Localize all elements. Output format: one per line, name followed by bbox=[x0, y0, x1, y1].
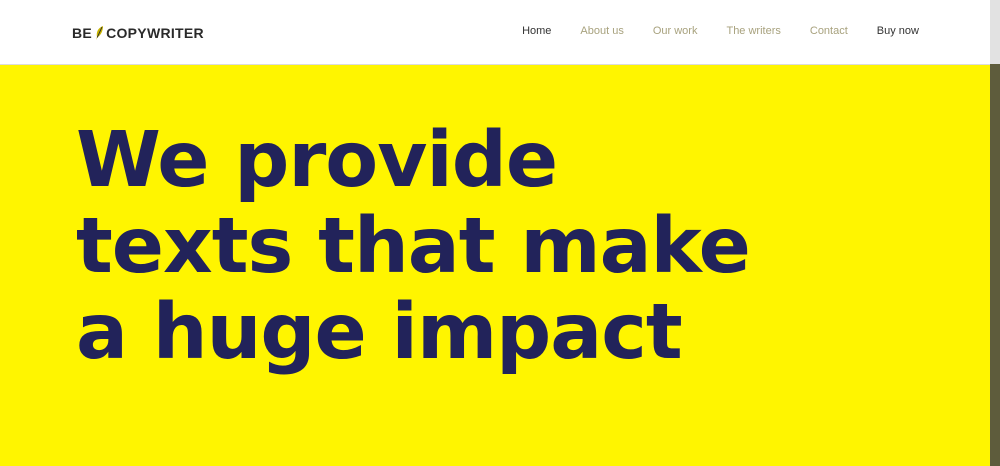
logo-text-copywriter: COPYWRITER bbox=[106, 25, 204, 41]
hero-headline-line-3: a huge impact bbox=[76, 288, 683, 377]
hero-headline-line-2: texts that make bbox=[76, 202, 751, 291]
nav-item-buy-now[interactable]: Buy now bbox=[877, 25, 919, 37]
nav-item-our-work[interactable]: Our work bbox=[653, 25, 698, 37]
nav-item-about-us[interactable]: About us bbox=[580, 25, 623, 37]
nav-item-contact[interactable]: Contact bbox=[810, 25, 848, 37]
scrollbar-thumb[interactable] bbox=[990, 64, 1000, 466]
main-nav: Home About us Our work The writers Conta… bbox=[493, 25, 919, 37]
logo-text-be: BE bbox=[72, 25, 93, 41]
site-logo[interactable]: BE COPYWRITER bbox=[72, 24, 204, 42]
page-scrollbar[interactable] bbox=[990, 0, 1000, 466]
nav-item-the-writers[interactable]: The writers bbox=[726, 25, 780, 37]
hero-headline: We provide texts that make a huge impact bbox=[76, 116, 751, 377]
hero-headline-line-1: We provide bbox=[76, 116, 558, 205]
feather-icon bbox=[93, 25, 105, 41]
site-header: BE COPYWRITER Home About us Our work The… bbox=[0, 0, 990, 65]
nav-item-home[interactable]: Home bbox=[522, 25, 551, 37]
